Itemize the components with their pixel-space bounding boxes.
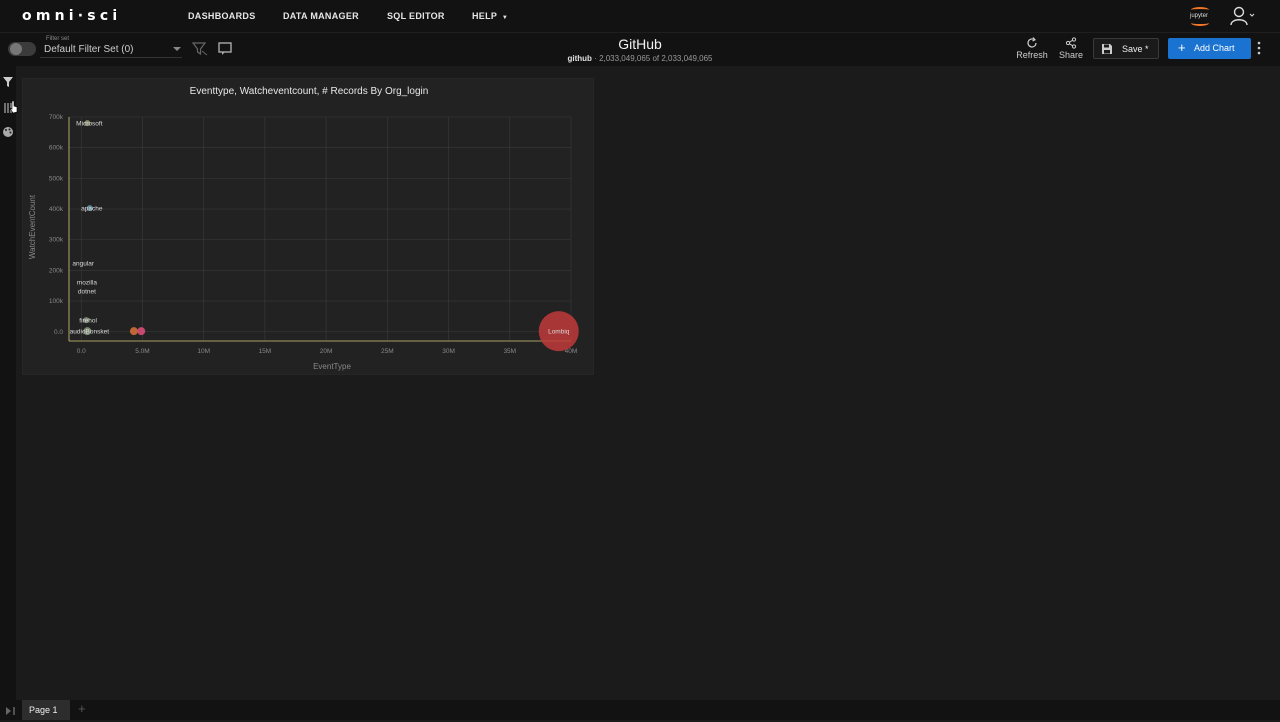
data-point-label: mozilla: [77, 280, 98, 287]
chevron-down-icon[interactable]: [173, 47, 181, 51]
refresh-icon: [1027, 37, 1037, 48]
nav-sql-editor[interactable]: SQL EDITOR: [387, 11, 445, 21]
x-tick-label: 5.0M: [135, 348, 149, 355]
refresh-label: Refresh: [1016, 50, 1048, 60]
data-point: [129, 327, 138, 336]
top-nav: omni·sci DASHBOARDS DATA MANAGER SQL EDI…: [0, 0, 1280, 32]
y-axis-label: WatchEventCount: [28, 194, 37, 259]
filter-clear-icon[interactable]: [191, 42, 208, 56]
palette-icon[interactable]: [2, 125, 14, 137]
y-tick-label: 500k: [49, 175, 64, 182]
floppy-icon: [1102, 44, 1112, 54]
add-chart-label: Add Chart: [1194, 43, 1235, 53]
share-icon: [1065, 37, 1077, 49]
table-name: github: [567, 54, 592, 63]
share-label: Share: [1058, 50, 1084, 60]
y-tick-label: 200k: [49, 267, 64, 274]
filter-icon[interactable]: [2, 75, 14, 87]
nav-dashboards[interactable]: DASHBOARDS: [188, 11, 256, 21]
collapse-icon[interactable]: [5, 704, 17, 716]
kebab-icon[interactable]: [1256, 41, 1262, 55]
nav-help-label: HELP: [472, 11, 498, 21]
data-point-label: audioBonsket: [70, 329, 110, 336]
data-point-label: Lombiq: [548, 329, 570, 336]
dashboard-toolbar: Filter set Default Filter Set (0) GitHub…: [0, 32, 1280, 66]
data-point: [137, 327, 146, 336]
record-count: 2,033,049,065 of 2,033,049,065: [599, 54, 713, 63]
comment-icon[interactable]: [218, 42, 234, 56]
x-tick-label: 20M: [320, 348, 333, 355]
page-tab-1[interactable]: Page 1: [22, 700, 70, 720]
chevron-down-icon: ▼: [501, 15, 509, 21]
share-button[interactable]: Share: [1055, 37, 1087, 60]
user-icon[interactable]: [1229, 6, 1255, 26]
scatter-chart: 0.0 5.0M 10M 15M 20M 25M 30M 35M 40M0.0100k200k3…: [28, 114, 579, 371]
x-tick-label: 35M: [503, 348, 516, 355]
y-tick-label: 700k: [49, 114, 64, 121]
add-chart-button[interactable]: + Add Chart: [1168, 38, 1251, 59]
nav-data-manager[interactable]: DATA MANAGER: [283, 11, 359, 21]
y-tick-label: 0.0: [54, 329, 63, 336]
add-page-button[interactable]: +: [78, 701, 86, 716]
filter-set-select[interactable]: Default Filter Set (0): [44, 44, 133, 55]
x-tick-label: 0.0: [77, 348, 86, 355]
page-tabs-bar: Page 1 +: [0, 700, 1280, 720]
data-point-label: dotnet: [78, 288, 96, 295]
save-button[interactable]: Save *: [1093, 38, 1159, 59]
jupyter-icon[interactable]: jupyter: [1188, 5, 1212, 27]
data-point-label: firehol: [79, 318, 97, 325]
filter-set-label: Filter set: [46, 36, 70, 42]
x-tick-label: 10M: [197, 348, 210, 355]
data-point-label: angular: [72, 260, 95, 267]
y-tick-label: 100k: [49, 298, 64, 305]
x-tick-label: 15M: [259, 348, 272, 355]
dashboard-subtitle: github · 2,033,049,065 of 2,033,049,065: [500, 54, 780, 63]
plus-icon: +: [1178, 40, 1186, 55]
data-point-label: apache: [81, 206, 103, 213]
filter-set-underline: [40, 57, 182, 58]
x-axis-label: EventType: [313, 362, 351, 371]
data-point-label: Microsoft: [76, 121, 103, 128]
x-tick-label: 25M: [381, 348, 394, 355]
filter-set-toggle[interactable]: [8, 42, 36, 56]
save-label: Save *: [1122, 44, 1149, 54]
left-sidebar: [0, 66, 16, 700]
y-tick-label: 600k: [49, 145, 64, 152]
jupyter-label: jupyter: [1190, 13, 1209, 19]
dashboard-title[interactable]: GitHub: [540, 36, 740, 52]
refresh-button[interactable]: Refresh: [1014, 37, 1050, 60]
nav-help[interactable]: HELP ▼: [472, 11, 508, 21]
x-tick-label: 30M: [442, 348, 455, 355]
chart-card[interactable]: Eventtype, Watcheventcount, # Records By…: [22, 78, 594, 375]
y-tick-label: 400k: [49, 206, 64, 213]
y-tick-label: 300k: [49, 237, 64, 244]
mouse-cursor-icon: [9, 100, 19, 114]
omnisci-logo[interactable]: omni·sci: [22, 8, 121, 24]
